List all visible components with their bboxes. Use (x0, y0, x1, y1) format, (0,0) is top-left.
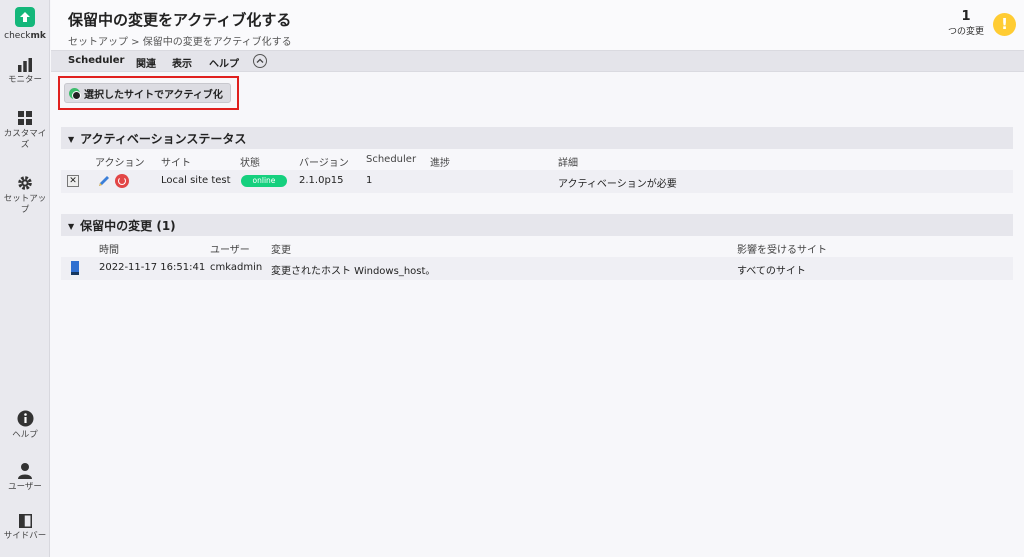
sidebar-item-help[interactable]: ヘルプ (0, 410, 50, 441)
col-action: アクション (95, 158, 145, 169)
menu-help[interactable]: ヘルプ (209, 55, 239, 70)
info-icon (17, 410, 33, 427)
sidebar-icon (18, 514, 32, 528)
change-affected-sites: すべてのサイト (737, 266, 806, 277)
pending-changes-title: 保留中の変更 (1) (80, 219, 176, 233)
col-affected-sites: 影響を受けるサイト (737, 245, 827, 256)
col-version: バージョン (299, 158, 349, 169)
brand-text-b: mk (30, 31, 46, 41)
col-state: 状態 (240, 158, 260, 169)
bar-chart-icon (18, 58, 32, 72)
activate-selected-sites-button[interactable]: 選択したサイトでアクティブ化 (64, 83, 231, 103)
grid-icon (18, 111, 32, 125)
checkmk-logo[interactable]: checkmk (0, 7, 50, 42)
sidebar-item-customize[interactable]: カスタマイズ (0, 110, 50, 151)
breadcrumb[interactable]: セットアップ > 保留中の変更をアクティブ化する (68, 33, 292, 48)
user-icon (18, 463, 32, 479)
host-icon (71, 261, 79, 275)
status-badge: online (241, 175, 287, 187)
activation-status-title: アクティベーションステータス (80, 132, 247, 146)
pending-changes-columns: 時間 ユーザー 変更 影響を受けるサイト (61, 236, 1013, 257)
sidebar-item-label: サイドバー (3, 531, 47, 541)
gear-icon (18, 176, 32, 190)
col-detail: 詳細 (558, 158, 578, 169)
triangle-down-icon: ▼ (68, 135, 75, 144)
sidebar-item-label: ユーザー (8, 482, 42, 492)
page-header: 保留中の変更をアクティブ化する セットアップ > 保留中の変更をアクティブ化する… (51, 0, 1024, 50)
table-row: ✕ Local site test online 2.1.0p15 1 アクティ… (61, 170, 1013, 193)
site-name: Local site test (161, 175, 231, 186)
change-user: cmkadmin (210, 262, 263, 273)
change-time: 2022-11-17 16:51:41 (99, 262, 206, 273)
col-change: 変更 (271, 245, 291, 256)
activation-status-header[interactable]: ▼ アクティベーションステータス (61, 127, 1013, 149)
changes-count: 1 (961, 9, 971, 24)
sidebar-item-sidebar[interactable]: サイドバー (0, 514, 50, 542)
brand-text-a: check (4, 31, 31, 41)
col-time: 時間 (99, 245, 119, 256)
edit-pencil-icon[interactable] (97, 174, 111, 188)
activation-status-section: ▼ アクティベーションステータス アクション サイト 状態 バージョン Sched… (61, 127, 1013, 193)
page-title: 保留中の変更をアクティブ化する (68, 11, 292, 29)
warning-icon[interactable]: ! (993, 13, 1016, 36)
change-text: 変更されたホスト Windows_host。 (271, 266, 436, 277)
sidebar-item-label: セットアップ (3, 194, 47, 215)
site-scheduler: 1 (366, 175, 373, 186)
table-row: 2022-11-17 16:51:41 cmkadmin 変更されたホスト Wi… (61, 257, 1013, 280)
col-progress: 進捗 (430, 158, 450, 169)
col-user: ユーザー (210, 245, 250, 256)
menu-related[interactable]: 関連 (136, 55, 156, 70)
pending-changes-header[interactable]: ▼ 保留中の変更 (1) (61, 214, 1013, 236)
sidebar-item-label: ヘルプ (12, 430, 38, 440)
col-site: サイト (161, 158, 191, 169)
highlight-frame: 選択したサイトでアクティブ化 (58, 76, 239, 110)
col-scheduler: Scheduler (366, 154, 417, 165)
restart-icon[interactable] (115, 174, 129, 188)
sidebar-item-setup[interactable]: セットアップ (0, 175, 50, 216)
changes-label: つの変更 (947, 27, 984, 37)
menu-bar: Scheduler 関連 表示 ヘルプ (51, 50, 1024, 72)
checkmk-logo-icon (15, 7, 35, 27)
sidebar-item-label: モニター (7, 75, 42, 85)
sidebar-item-label: カスタマイズ (3, 129, 47, 150)
activation-status-columns: アクション サイト 状態 バージョン Scheduler 進捗 詳細 (61, 149, 1013, 170)
sidebar-item-user[interactable]: ユーザー (0, 462, 50, 493)
activate-icon (69, 87, 81, 100)
site-version: 2.1.0p15 (299, 175, 344, 186)
chevron-up-icon (256, 58, 264, 63)
collapse-menu-button[interactable] (253, 54, 267, 68)
site-checkbox[interactable]: ✕ (67, 175, 79, 187)
menu-display[interactable]: 表示 (172, 55, 192, 70)
triangle-down-icon: ▼ (68, 222, 75, 231)
sidebar: checkmk モニター カスタマイズ セットアップ ヘルプ ユーザー サイドバ… (0, 0, 50, 557)
pending-changes-section: ▼ 保留中の変更 (1) 時間 ユーザー 変更 影響を受けるサイト 2022-11… (61, 214, 1013, 280)
menu-scheduler[interactable]: Scheduler (68, 55, 124, 66)
site-detail: アクティベーションが必要 (558, 179, 677, 190)
sidebar-item-monitor[interactable]: モニター (0, 58, 50, 86)
activate-button-label: 選択したサイトでアクティブ化 (84, 89, 223, 101)
pending-changes-counter[interactable]: 1 つの変更 (947, 9, 984, 38)
